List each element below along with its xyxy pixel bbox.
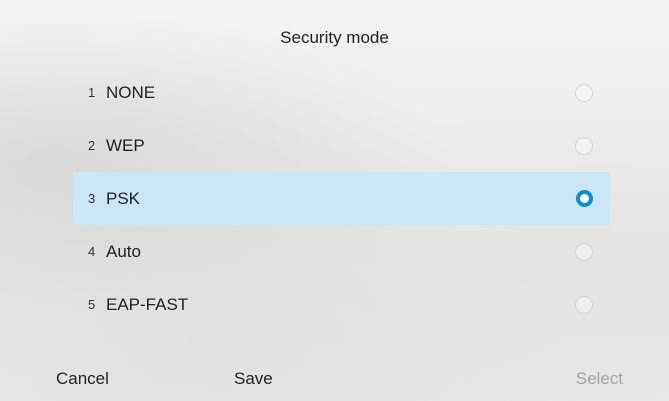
- option-eap-fast[interactable]: 5 EAP-FAST: [73, 278, 610, 331]
- option-number: 3: [88, 191, 96, 206]
- select-button[interactable]: Select: [576, 369, 623, 389]
- option-number: 5: [88, 297, 96, 312]
- cancel-button[interactable]: Cancel: [56, 369, 109, 389]
- radio-button[interactable]: [575, 242, 593, 261]
- radio-button[interactable]: [575, 136, 593, 155]
- option-auto[interactable]: 4 Auto: [73, 225, 610, 278]
- option-number: 2: [88, 138, 96, 153]
- option-label: PSK: [106, 188, 141, 208]
- page-title: Security mode: [280, 28, 389, 47]
- softkey-bar: Cancel Save Select: [0, 361, 669, 401]
- radio-button-selected[interactable]: [576, 189, 593, 207]
- save-button[interactable]: Save: [234, 369, 273, 389]
- option-psk[interactable]: 3 PSK: [73, 172, 610, 225]
- option-number: 1: [88, 85, 96, 100]
- option-label: WEP: [106, 135, 145, 155]
- radio-button[interactable]: [575, 83, 593, 102]
- option-label: EAP-FAST: [106, 294, 189, 314]
- option-wep[interactable]: 2 WEP: [73, 119, 610, 172]
- radio-button[interactable]: [575, 295, 593, 314]
- security-mode-list: 1 NONE 2 WEP 3 PSK 4 Auto 5 EAP-FAST: [73, 66, 610, 331]
- option-label: NONE: [106, 82, 156, 102]
- option-label: Auto: [106, 241, 141, 261]
- option-number: 4: [88, 244, 96, 259]
- option-none[interactable]: 1 NONE: [73, 66, 610, 119]
